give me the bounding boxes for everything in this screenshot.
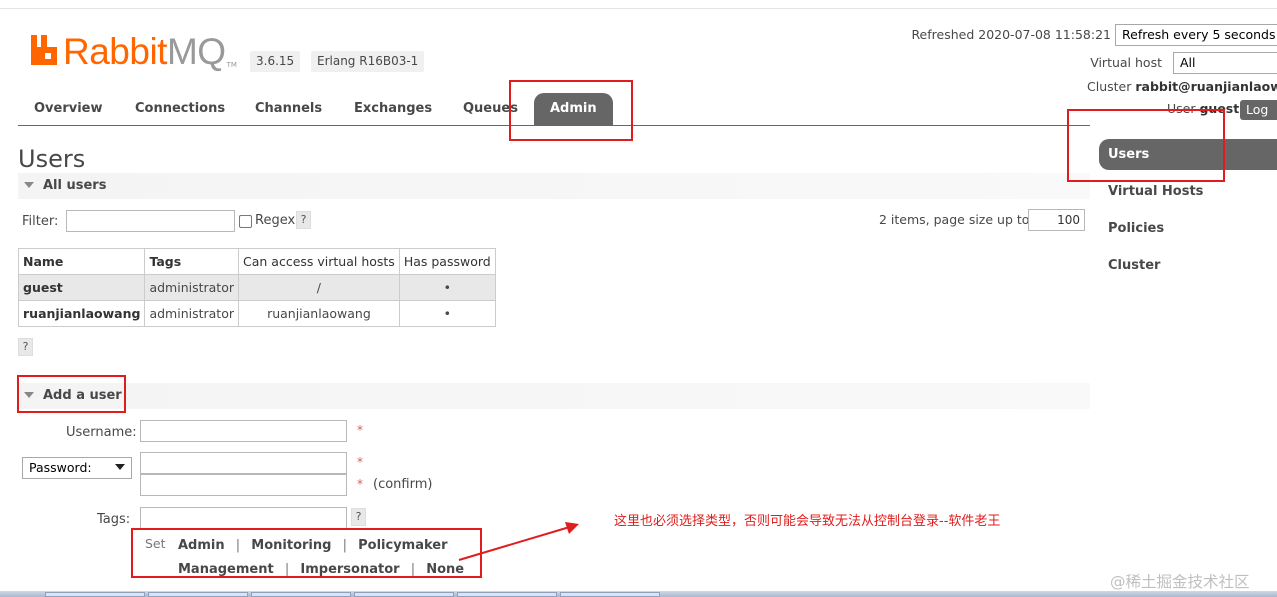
tags-input[interactable] [140,507,347,529]
tab-exchanges[interactable]: Exchanges [342,93,444,125]
regex-label: Regex [255,213,296,228]
annotation-note: 这里也必须选择类型，否则可能会导致无法从控制台登录--软件老王 [614,514,1001,529]
rabbitmq-logo: RabbitMQ TM [29,33,237,73]
taskbar-button[interactable] [560,592,660,597]
annotation-box-admin-tab [509,80,633,141]
brand-name: Rabbit [63,31,167,72]
user-tags: administrator [144,274,239,301]
password-type-value: Password: [29,460,92,475]
cluster-name: rabbit@ruanjianlaowang [1135,79,1277,94]
taskbar-button[interactable] [457,592,557,597]
tab-overview[interactable]: Overview [22,93,115,125]
logout-button[interactable]: Log out [1240,100,1277,137]
user-vhosts: ruanjianlaowang [238,300,400,327]
column-header-name[interactable]: Name [17,248,146,275]
cluster-info: Cluster rabbit@ruanjianlaowang [1087,79,1277,94]
chevron-down-icon [115,464,125,470]
user-tags: administrator [144,300,239,327]
tab-channels[interactable]: Channels [243,93,334,125]
column-header-tags[interactable]: Tags [144,248,239,275]
password-type-select[interactable]: Password: [22,457,132,479]
annotation-box-add-user [17,375,126,413]
erlang-version-badge: Erlang R16B03-1 [311,51,425,72]
refresh-interval-select[interactable]: Refresh every 5 seconds [1115,24,1277,46]
password-confirm-input[interactable] [140,474,347,496]
add-user-section-toggle[interactable]: Add a user [18,383,1090,409]
password-input[interactable] [140,452,347,474]
column-header-has-password[interactable]: Has password [398,248,496,275]
taskbar-button[interactable] [45,592,145,597]
taskbar-button[interactable] [354,592,454,597]
regex-checkbox[interactable] [239,215,252,228]
user-name-link[interactable]: guest [17,274,146,301]
annotation-box-tag-options [131,528,482,578]
taskbar-button[interactable] [251,592,351,597]
user-name-link[interactable]: ruanjianlaowang [17,300,146,327]
required-marker: * [357,455,363,469]
has-password-indicator: • [398,274,496,301]
watermark: @稀土掘金技术社区 [1110,573,1250,591]
table-row: ruanjianlaowang administrator ruanjianla… [17,300,496,327]
cluster-label: Cluster [1087,79,1132,94]
filter-help-button[interactable]: ? [296,211,311,229]
annotation-arrow-icon [458,522,579,561]
tab-connections[interactable]: Connections [123,93,237,125]
username-input[interactable] [140,420,347,442]
sidebar-item-cluster[interactable]: Cluster [1099,250,1277,281]
all-users-section-toggle[interactable]: All users [18,173,1090,199]
required-marker: * [357,423,363,437]
confirm-label: (confirm) [373,477,433,492]
table-row: guest administrator / • [17,274,496,301]
rabbitmq-logo-icon [31,35,57,65]
tags-label: Tags: [97,512,131,527]
sidebar-item-policies[interactable]: Policies [1099,213,1277,244]
virtual-host-select[interactable]: All [1173,52,1277,74]
annotation-box-users-nav [1067,109,1225,182]
users-table: Name Tags Can access virtual hosts Has p… [17,248,496,327]
table-header-row: Name Tags Can access virtual hosts Has p… [17,248,496,275]
collapse-triangle-icon [24,182,34,188]
paging-info: 2 items, page size up to [879,212,1030,227]
tags-help-button[interactable]: ? [351,508,366,526]
has-password-indicator: • [398,300,496,327]
virtual-host-label: Virtual host [1090,55,1162,70]
required-marker: * [357,477,363,491]
all-users-heading: All users [43,178,107,193]
filter-input[interactable] [66,210,235,232]
refreshed-timestamp: Refreshed 2020-07-08 11:58:21 [911,27,1111,42]
page-title: Users [18,145,86,173]
version-badge: 3.6.15 [250,51,301,72]
user-vhosts: / [238,274,400,301]
taskbar-button[interactable] [148,592,248,597]
filter-label: Filter: [22,214,59,229]
table-help-button[interactable]: ? [18,338,33,356]
brand-trademark: TM [226,61,237,69]
username-label: Username: [66,425,137,440]
brand-accent: MQ [166,31,226,72]
column-header-vhosts[interactable]: Can access virtual hosts [238,248,400,275]
top-divider [0,8,1277,9]
page-size-input[interactable]: 100 [1028,209,1085,231]
